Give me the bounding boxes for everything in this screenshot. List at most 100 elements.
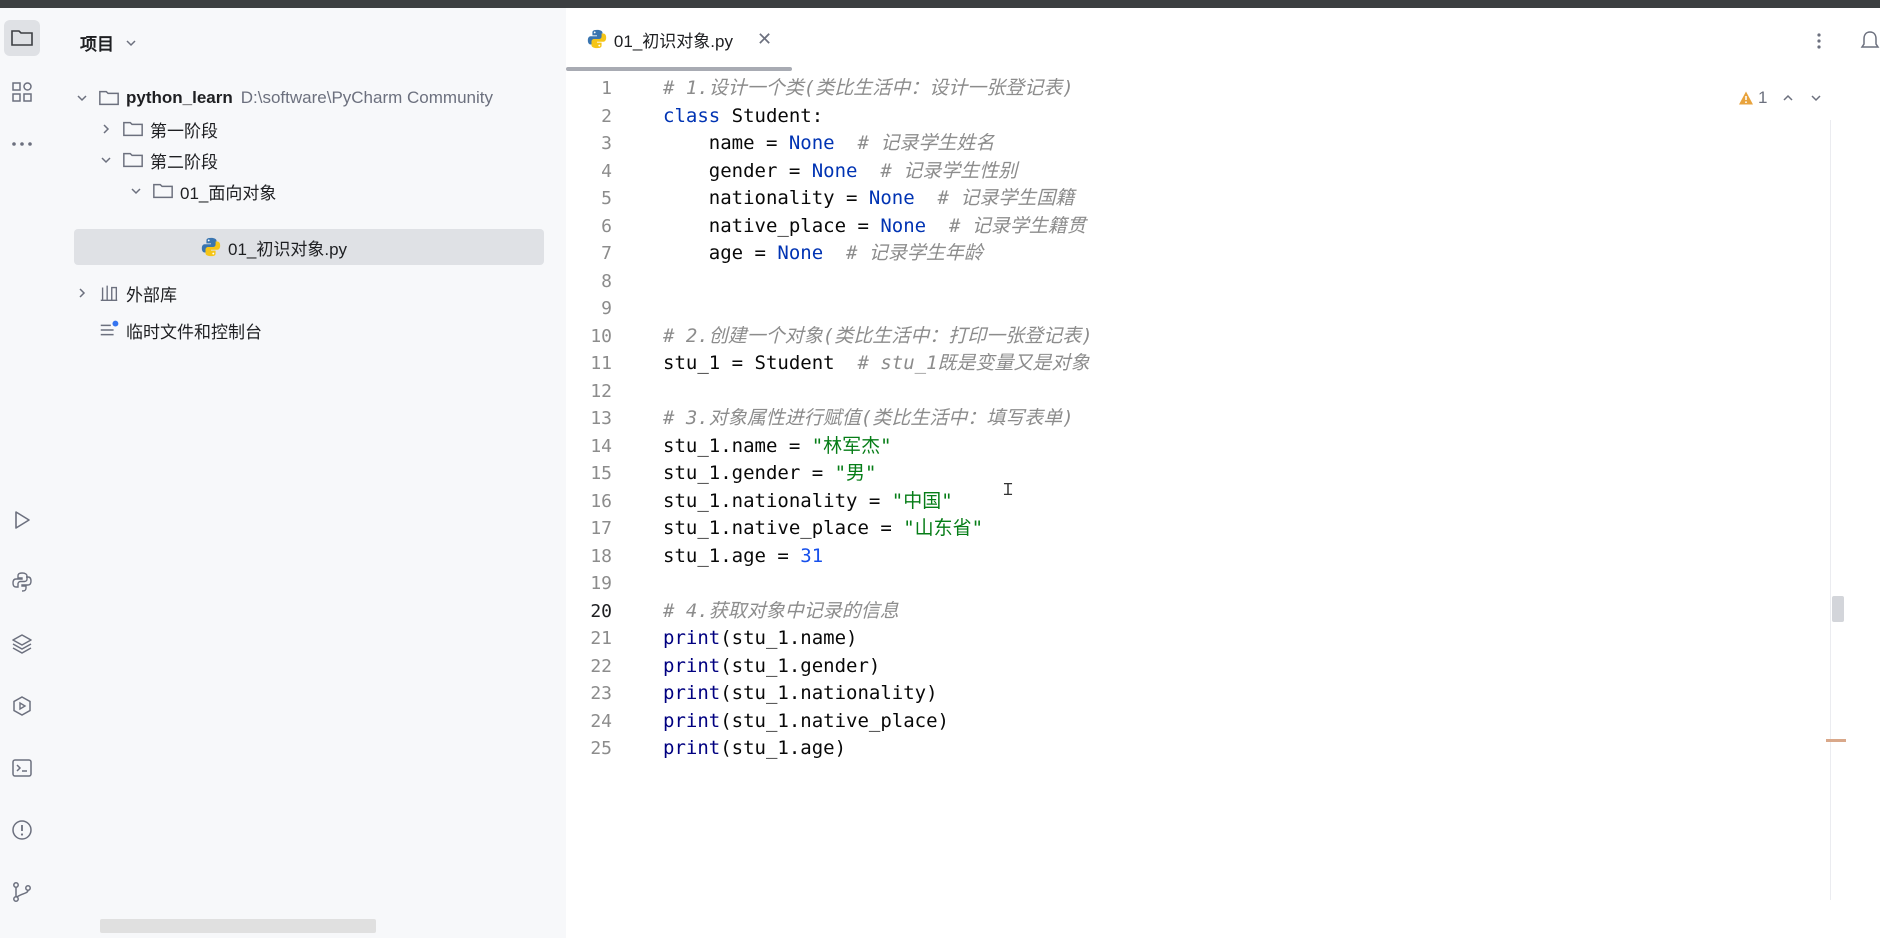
line-number: 16 <box>590 490 612 512</box>
code-text: (stu_1.name) <box>720 627 858 649</box>
keyword: None <box>777 242 824 264</box>
vertical-scrollbar-track[interactable] <box>1830 120 1843 900</box>
line-number: 22 <box>590 655 612 677</box>
horizontal-scrollbar[interactable] <box>100 919 376 933</box>
terminal-tool-button[interactable] <box>4 750 40 786</box>
text-cursor-icon: Ｉ <box>1000 482 1017 499</box>
code-line: 12 <box>566 378 1816 406</box>
code-text: name = <box>663 132 789 154</box>
number-literal: 31 <box>800 544 824 567</box>
project-tool-button[interactable] <box>4 20 40 56</box>
code-line: 6 native_place = None # 记录学生籍贯 <box>566 213 1816 241</box>
tree-item-python-learn[interactable]: python_learn D:\software\PyCharm Communi… <box>74 81 588 115</box>
project-title-label: 项目 <box>80 35 114 54</box>
code-line: 10 # 2.创建一个对象(类比生活中：打印一张登记表) <box>566 323 1816 351</box>
chevron-down-icon[interactable] <box>98 152 114 168</box>
tree-item-external-libs[interactable]: 外部库 <box>74 276 588 310</box>
string-literal: "山东省" <box>903 517 984 539</box>
line-number: 10 <box>590 325 612 347</box>
keyword: None <box>868 187 915 209</box>
python-file-icon <box>200 236 222 258</box>
code-line: 11 stu_1 = Student # stu_1既是变量又是对象 <box>566 350 1816 378</box>
more-tools-button[interactable] <box>4 126 40 162</box>
code-text: stu_1.gender = <box>663 462 835 484</box>
chevron-down-icon[interactable] <box>128 183 144 199</box>
code-line: 17 stu_1.native_place = "山东省" <box>566 515 1816 543</box>
code-line: 5 nationality = None # 记录学生国籍 <box>566 185 1816 213</box>
project-panel-title[interactable]: 项目 <box>80 30 138 55</box>
chevron-down-icon[interactable] <box>74 90 90 106</box>
code-editor[interactable]: 1 # 1.设计一个类(类比生活中：设计一张登记表) 2 class Student… <box>566 75 1816 763</box>
line-number: 13 <box>590 408 612 429</box>
active-tab-indicator <box>566 67 792 71</box>
notifications-icon[interactable] <box>1860 30 1880 52</box>
code-text: age = <box>663 242 778 264</box>
builtin-function: print <box>663 654 721 677</box>
tab-label: 01_初识对象.py <box>613 31 733 51</box>
tree-item-label: 第一阶段 <box>150 121 218 141</box>
keyword: class <box>663 104 721 127</box>
code-line: 24 print(stu_1.native_place) <box>566 708 1816 736</box>
git-tool-button[interactable] <box>4 874 40 910</box>
tree-item-label: 01_面向对象 <box>180 183 277 203</box>
window-top-bar <box>0 0 1880 8</box>
code-text: (stu_1.native_place) <box>720 709 949 732</box>
chevron-right-icon[interactable] <box>98 121 114 137</box>
code-line: 14 stu_1.name = "林军杰" <box>566 433 1816 461</box>
structure-icon <box>12 82 32 102</box>
code-line: 22 print(stu_1.gender) <box>566 653 1816 681</box>
vertical-scrollbar-thumb[interactable] <box>1832 596 1844 622</box>
comment: # 记录学生性别 <box>857 159 1018 182</box>
python-console-button[interactable] <box>4 564 40 600</box>
project-panel: 项目 python_learn D:\software\PyCharm Comm… <box>44 8 566 938</box>
line-number: 3 <box>601 133 612 154</box>
line-number: 25 <box>590 738 612 759</box>
tree-item-file-selected[interactable]: 01_初识对象.py <box>74 229 544 265</box>
warning-stripe-marker[interactable] <box>1826 739 1846 742</box>
line-number: 1 <box>601 78 612 99</box>
chevron-right-icon[interactable] <box>74 285 90 301</box>
builtin-function: print <box>663 682 721 704</box>
layers-icon <box>12 634 32 654</box>
folder-icon <box>11 30 33 46</box>
code-text: stu_1.age = <box>663 544 801 567</box>
keyword: None <box>788 132 835 154</box>
line-number: 18 <box>590 545 612 567</box>
run-tool-button[interactable] <box>4 502 40 538</box>
line-number: 14 <box>590 435 612 457</box>
comment: # 记录学生年龄 <box>823 242 983 264</box>
tree-item-stage-2[interactable]: 第二阶段 <box>98 143 612 177</box>
more-vertical-icon[interactable] <box>1810 32 1828 50</box>
code-line: 9 <box>566 295 1816 323</box>
tab-file[interactable]: 01_初识对象.py ✕ <box>566 8 792 70</box>
problems-tool-button[interactable] <box>4 812 40 848</box>
code-line: 4 gender = None # 记录学生性别 <box>566 158 1816 186</box>
tree-item-label: 第二阶段 <box>150 152 218 172</box>
code-text: Student: <box>720 104 824 127</box>
close-icon[interactable]: ✕ <box>757 29 772 50</box>
line-number: 19 <box>590 573 612 594</box>
comment: # 记录学生籍贯 <box>926 214 1086 237</box>
layers-tool-button[interactable] <box>4 626 40 662</box>
code-line: 2 class Student: <box>566 103 1816 131</box>
services-tool-button[interactable] <box>4 688 40 724</box>
code-text: stu_1.name = <box>663 434 812 457</box>
comment: # 2.创建一个对象(类比生活中：打印一张登记表) <box>663 324 1093 347</box>
line-number: 2 <box>601 105 612 127</box>
comment: # 3.对象属性进行赋值(类比生活中：填写表单) <box>663 407 1074 429</box>
code-text: stu_1.native_place = <box>663 517 904 539</box>
comment: # stu_1既是变量又是对象 <box>834 352 1090 374</box>
structure-tool-button[interactable] <box>4 74 40 110</box>
code-line: 13 # 3.对象属性进行赋值(类比生活中：填写表单) <box>566 405 1816 433</box>
tree-item-scratches[interactable]: 临时文件和控制台 <box>74 313 588 347</box>
project-path: D:\software\PyCharm Community <box>240 88 493 107</box>
code-line: 7 age = None # 记录学生年龄 <box>566 240 1816 268</box>
builtin-function: print <box>663 627 721 649</box>
string-literal: "中国" <box>891 489 953 512</box>
builtin-function: print <box>663 737 721 759</box>
code-line: 23 print(stu_1.nationality) <box>566 680 1816 708</box>
code-text: (stu_1.nationality) <box>720 682 938 704</box>
tree-item-oop[interactable]: 01_面向对象 <box>128 174 642 208</box>
tree-item-stage-1[interactable]: 第一阶段 <box>98 112 612 146</box>
line-number: 7 <box>601 243 612 264</box>
